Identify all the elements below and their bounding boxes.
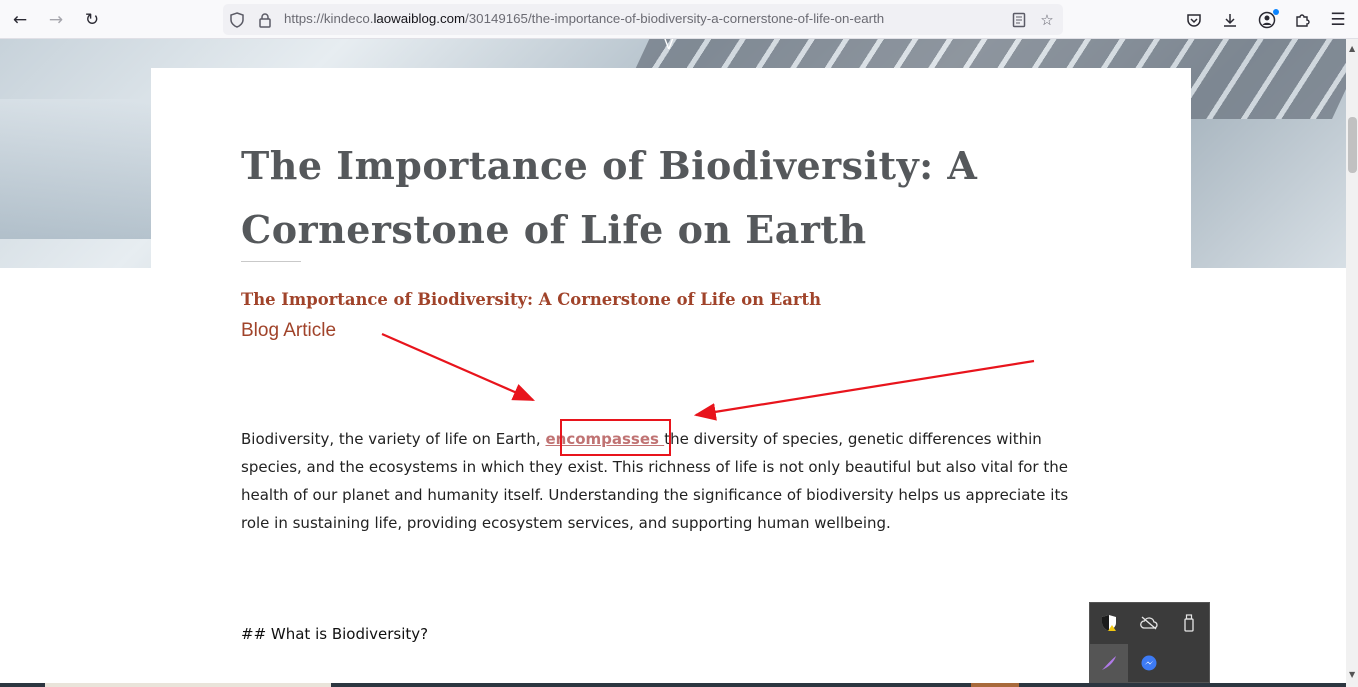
url-host: laowaiblog.com bbox=[373, 11, 466, 26]
url-prefix: https://kindeco. bbox=[284, 11, 374, 26]
reload-icon[interactable]: ↻ bbox=[78, 6, 106, 34]
annotation-arrow-right bbox=[693, 359, 1035, 421]
browser-toolbar: ← → ↻ https://kindeco.laowaiblog.com/301… bbox=[0, 0, 1358, 39]
cloud-offline-icon[interactable] bbox=[1130, 604, 1168, 642]
category-label: Blog Article bbox=[241, 320, 337, 341]
url-path: /30149165/the-importance-of-biodiversity… bbox=[465, 11, 885, 26]
annotation-arrow-left bbox=[381, 332, 536, 402]
forward-arrow-icon[interactable]: → bbox=[42, 6, 70, 34]
security-warning-icon[interactable] bbox=[1090, 604, 1128, 642]
usb-drive-icon[interactable] bbox=[1170, 604, 1208, 642]
bookmark-star-icon[interactable]: ☆ bbox=[1037, 10, 1057, 30]
pen-feather-icon[interactable] bbox=[1090, 644, 1128, 682]
lock-icon[interactable] bbox=[255, 10, 275, 30]
back-arrow-icon[interactable]: ← bbox=[6, 6, 34, 34]
account-icon[interactable] bbox=[1253, 6, 1281, 34]
messenger-icon[interactable] bbox=[1130, 644, 1168, 682]
scroll-down-chevron-icon[interactable]: V bbox=[664, 39, 674, 53]
downloads-icon[interactable] bbox=[1216, 6, 1244, 34]
scroll-up-arrow-icon[interactable]: ▲ bbox=[1349, 44, 1357, 53]
reader-view-icon[interactable] bbox=[1009, 10, 1029, 30]
menu-hamburger-icon[interactable]: ☰ bbox=[1324, 6, 1352, 34]
paragraph-lead: Biodiversity, the variety of life on Ear… bbox=[241, 430, 546, 448]
url-text[interactable]: https://kindeco.laowaiblog.com/30149165/… bbox=[284, 11, 884, 26]
system-tray-popup bbox=[1089, 602, 1210, 683]
page-footer-strip bbox=[0, 683, 1346, 687]
pocket-icon[interactable] bbox=[1180, 6, 1208, 34]
scrollbar-thumb[interactable] bbox=[1348, 117, 1357, 173]
footer-accent-block bbox=[971, 683, 1019, 687]
article-subtitle: The Importance of Biodiversity: A Corner… bbox=[241, 290, 822, 309]
title-divider bbox=[241, 261, 301, 262]
footer-light-block bbox=[45, 683, 331, 687]
tracking-protection-shield-icon[interactable] bbox=[227, 10, 247, 30]
annotation-highlight-box bbox=[560, 419, 671, 456]
article-title: The Importance of Biodiversity: A Corner… bbox=[241, 143, 978, 252]
scroll-down-arrow-icon[interactable]: ▼ bbox=[1349, 670, 1357, 679]
notification-dot bbox=[1273, 9, 1279, 15]
address-bar[interactable]: https://kindeco.laowaiblog.com/30149165/… bbox=[223, 4, 1063, 35]
section-heading: ## What is Biodiversity? bbox=[241, 625, 429, 643]
extensions-puzzle-icon[interactable] bbox=[1288, 6, 1316, 34]
